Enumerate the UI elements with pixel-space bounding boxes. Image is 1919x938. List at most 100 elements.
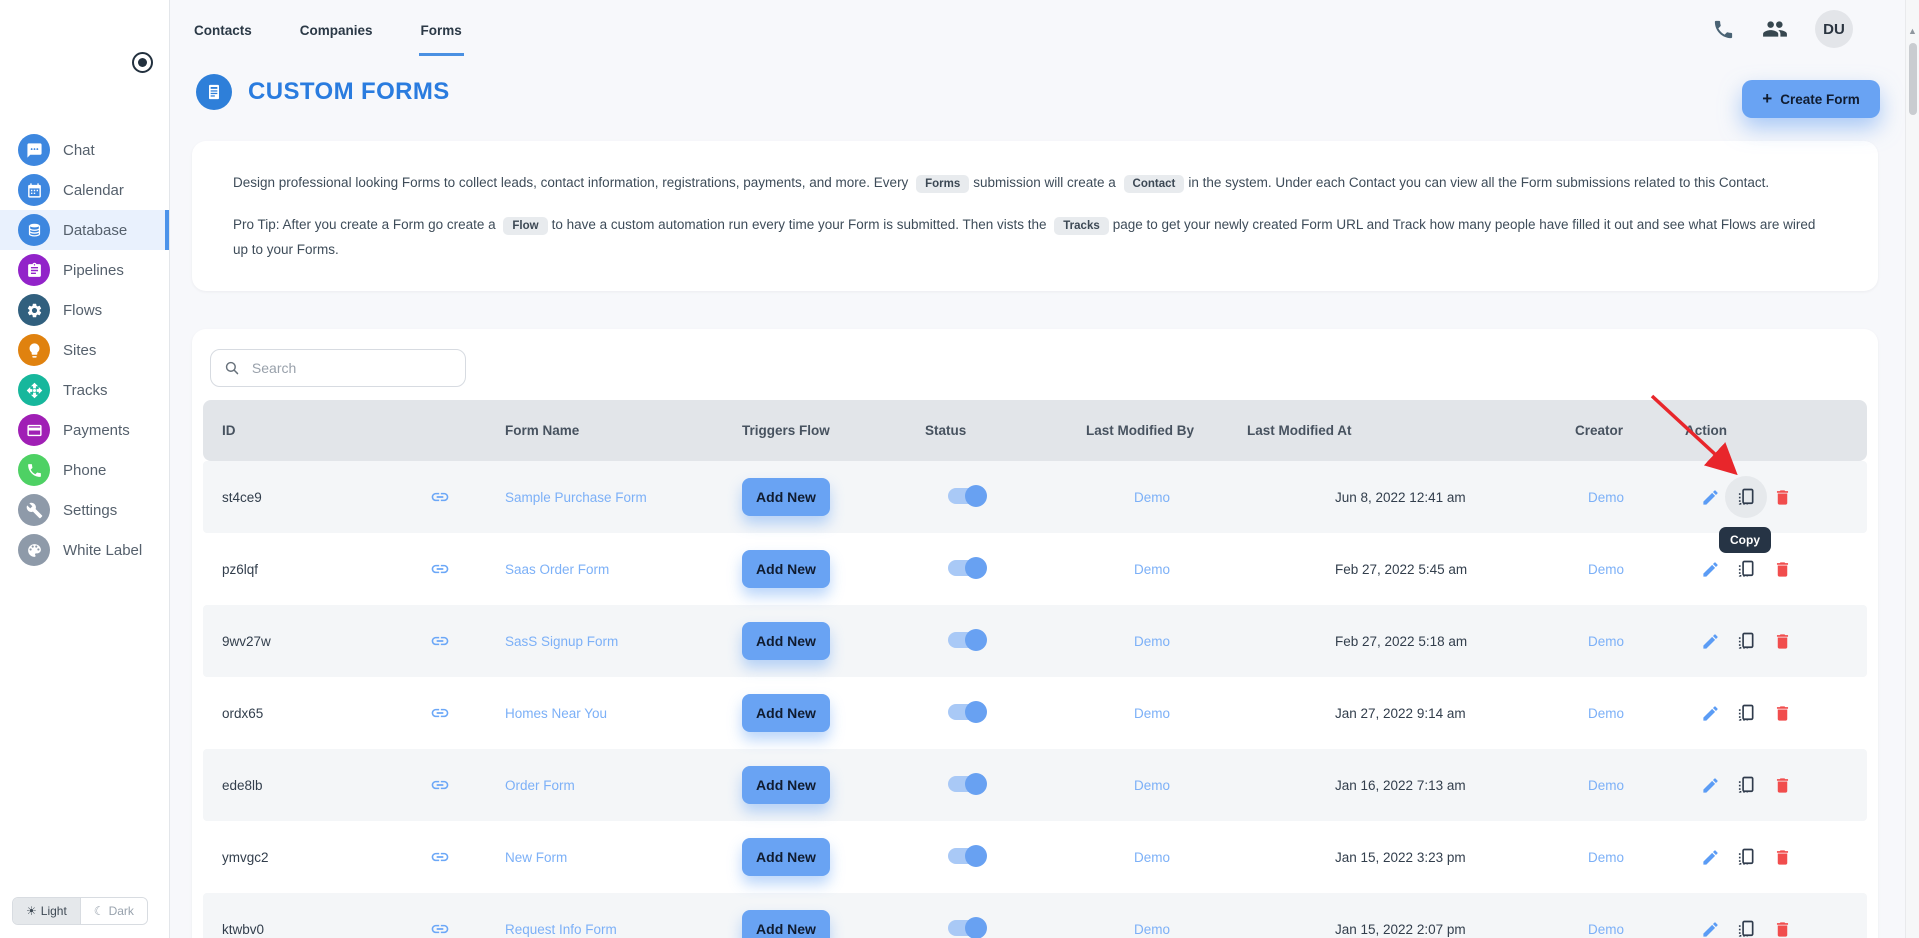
sidebar-item-flows[interactable]: Flows xyxy=(0,290,169,330)
form-link-icon[interactable] xyxy=(430,919,450,938)
copy-icon[interactable] xyxy=(1736,559,1756,579)
copy-icon[interactable] xyxy=(1736,631,1756,651)
keyword-chip: Flow xyxy=(503,217,548,235)
sidebar-item-database[interactable]: Database xyxy=(0,210,169,250)
creator-link[interactable]: Demo xyxy=(1588,634,1624,649)
status-toggle[interactable] xyxy=(948,628,987,651)
last-modified-by-link[interactable]: Demo xyxy=(1134,922,1170,937)
copy-icon[interactable] xyxy=(1736,847,1756,867)
search-input[interactable] xyxy=(249,359,452,377)
form-link-icon[interactable] xyxy=(430,559,450,579)
create-form-button[interactable]: + Create Form xyxy=(1742,80,1880,118)
delete-icon[interactable] xyxy=(1772,703,1792,723)
creator-link[interactable]: Demo xyxy=(1588,778,1624,793)
form-name-link[interactable]: Homes Near You xyxy=(505,706,607,721)
copy-icon[interactable] xyxy=(1736,703,1756,723)
form-link-icon[interactable] xyxy=(430,703,450,723)
form-name-link[interactable]: Order Form xyxy=(505,778,575,793)
sidebar-item-chat[interactable]: Chat xyxy=(0,130,169,170)
form-name-link[interactable]: New Form xyxy=(505,850,567,865)
contacts-icon[interactable] xyxy=(1762,16,1788,42)
sidebar-item-sites[interactable]: Sites xyxy=(0,330,169,370)
delete-icon[interactable] xyxy=(1772,487,1792,507)
status-toggle[interactable] xyxy=(948,772,987,795)
triggers-flow-add-button[interactable]: Add New xyxy=(742,550,830,588)
creator-link[interactable]: Demo xyxy=(1588,922,1624,937)
triggers-flow-add-button[interactable]: Add New xyxy=(742,622,830,660)
creator-link[interactable]: Demo xyxy=(1588,850,1624,865)
triggers-flow-add-button[interactable]: Add New xyxy=(742,838,830,876)
last-modified-by-link[interactable]: Demo xyxy=(1134,490,1170,505)
theme-toggle: ☀ Light ☾ Dark xyxy=(12,897,148,925)
tab-companies[interactable]: Companies xyxy=(298,2,375,56)
edit-icon[interactable] xyxy=(1700,919,1720,938)
form-name-link[interactable]: Request Info Form xyxy=(505,922,617,937)
edit-icon[interactable] xyxy=(1700,847,1720,867)
sidebar: Chat Calendar Database Pipelines Flows Sites T… xyxy=(0,0,170,938)
form-name-link[interactable]: Sample Purchase Form xyxy=(505,490,647,505)
tab-forms[interactable]: Forms xyxy=(418,2,464,56)
scrollbar-thumb[interactable] xyxy=(1908,43,1917,115)
copy-icon[interactable] xyxy=(1736,775,1756,795)
form-link-icon[interactable] xyxy=(430,631,450,651)
delete-icon[interactable] xyxy=(1772,919,1792,938)
page-scrollbar[interactable]: ▲ xyxy=(1905,0,1919,938)
status-toggle[interactable] xyxy=(948,844,987,867)
delete-icon[interactable] xyxy=(1772,775,1792,795)
form-link-icon[interactable] xyxy=(430,847,450,867)
last-modified-by-link[interactable]: Demo xyxy=(1134,634,1170,649)
sidebar-item-calendar[interactable]: Calendar xyxy=(0,170,169,210)
tab-contacts[interactable]: Contacts xyxy=(192,2,254,56)
creator-link[interactable]: Demo xyxy=(1588,706,1624,721)
edit-icon[interactable] xyxy=(1700,703,1720,723)
sidebar-collapse-button[interactable] xyxy=(132,52,153,73)
delete-icon[interactable] xyxy=(1772,631,1792,651)
copy-icon[interactable] xyxy=(1736,487,1756,507)
form-id: ordx65 xyxy=(222,705,264,721)
phone-icon xyxy=(18,454,50,486)
status-toggle[interactable] xyxy=(948,700,987,723)
dark-theme-button[interactable]: ☾ Dark xyxy=(79,898,147,924)
column-header-last-modified-at: Last Modified At xyxy=(1247,423,1352,438)
sidebar-item-phone[interactable]: Phone xyxy=(0,450,169,490)
form-name-link[interactable]: Saas Order Form xyxy=(505,562,609,577)
form-name-link[interactable]: SasS Signup Form xyxy=(505,634,618,649)
creator-link[interactable]: Demo xyxy=(1588,490,1624,505)
copy-icon[interactable] xyxy=(1736,919,1756,938)
status-toggle[interactable] xyxy=(948,556,987,579)
edit-icon[interactable] xyxy=(1700,487,1720,507)
edit-icon[interactable] xyxy=(1700,631,1720,651)
page-header: CUSTOM FORMS xyxy=(196,70,1919,114)
scrollbar-up-icon[interactable]: ▲ xyxy=(1908,26,1917,36)
last-modified-by-link[interactable]: Demo xyxy=(1134,706,1170,721)
form-id: 9wv27w xyxy=(222,633,271,649)
column-header-status: Status xyxy=(925,423,967,438)
sidebar-item-white-label[interactable]: White Label xyxy=(0,530,169,570)
sidebar-item-tracks[interactable]: Tracks xyxy=(0,370,169,410)
phone-icon[interactable] xyxy=(1712,18,1735,41)
avatar[interactable]: DU xyxy=(1815,10,1853,48)
light-theme-button[interactable]: ☀ Light xyxy=(13,898,80,924)
last-modified-by-link[interactable]: Demo xyxy=(1134,778,1170,793)
sidebar-item-payments[interactable]: Payments xyxy=(0,410,169,450)
last-modified-by-link[interactable]: Demo xyxy=(1134,562,1170,577)
triggers-flow-add-button[interactable]: Add New xyxy=(742,694,830,732)
edit-icon[interactable] xyxy=(1700,775,1720,795)
triggers-flow-add-button[interactable]: Add New xyxy=(742,766,830,804)
status-toggle[interactable] xyxy=(948,484,987,507)
sidebar-item-pipelines[interactable]: Pipelines xyxy=(0,250,169,290)
search-icon xyxy=(225,361,239,375)
triggers-flow-add-button[interactable]: Add New xyxy=(742,478,830,516)
triggers-flow-add-button[interactable]: Add New xyxy=(742,910,830,938)
sidebar-item-settings[interactable]: Settings xyxy=(0,490,169,530)
creator-link[interactable]: Demo xyxy=(1588,562,1624,577)
info-text: Design professional looking Forms to col… xyxy=(233,175,913,190)
edit-icon[interactable] xyxy=(1700,559,1720,579)
delete-icon[interactable] xyxy=(1772,559,1792,579)
delete-icon[interactable] xyxy=(1772,847,1792,867)
form-link-icon[interactable] xyxy=(430,775,450,795)
form-link-icon[interactable] xyxy=(430,487,450,507)
last-modified-by-link[interactable]: Demo xyxy=(1134,850,1170,865)
status-toggle[interactable] xyxy=(948,916,987,938)
form-id: ktwbv0 xyxy=(222,921,265,937)
